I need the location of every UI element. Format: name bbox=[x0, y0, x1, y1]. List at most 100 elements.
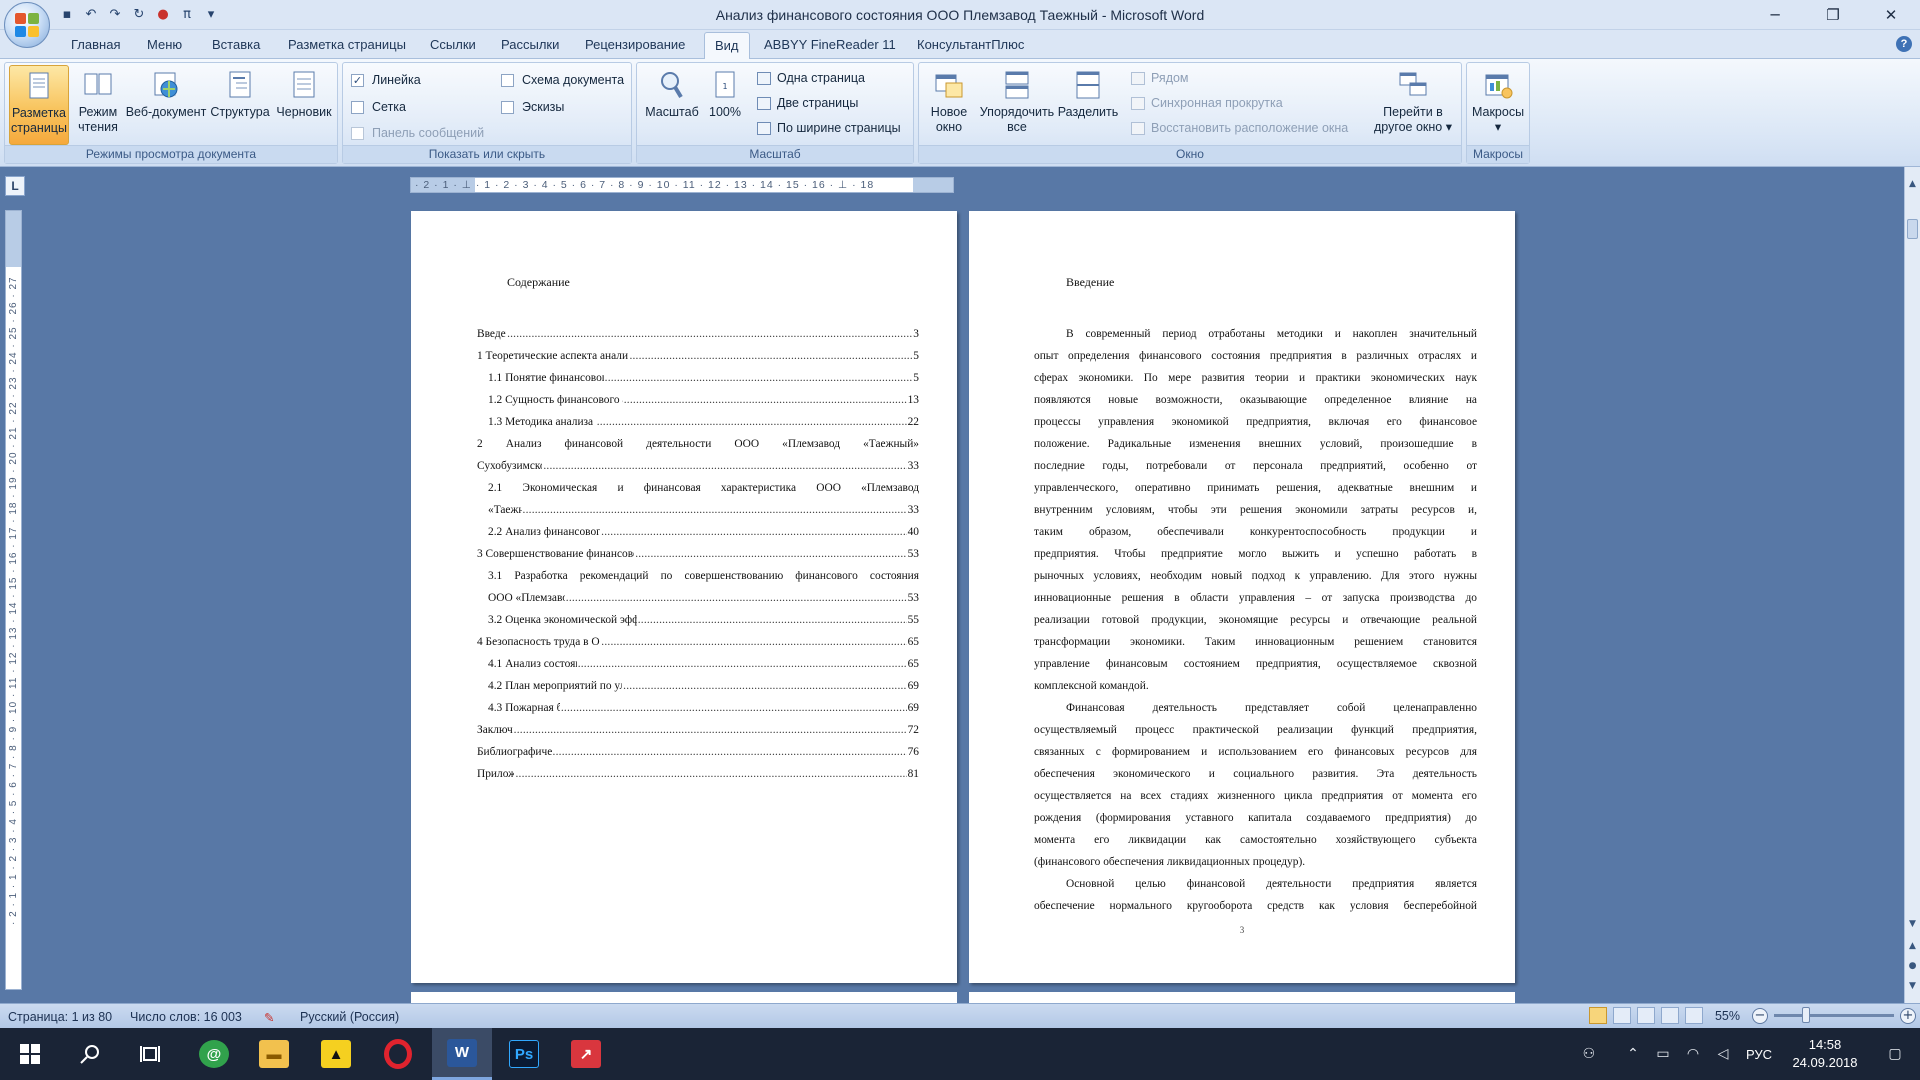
toc-entry[interactable]: 4.2 План мероприятий по улучшению состоя… bbox=[477, 675, 919, 697]
view-outline-icon[interactable] bbox=[1660, 1007, 1679, 1024]
outline-button[interactable]: Структура bbox=[209, 65, 271, 145]
tab-abbyy[interactable]: ABBYY FineReader 11 bbox=[764, 37, 896, 52]
grid-checkbox[interactable]: Сетка bbox=[351, 100, 406, 114]
taskbar-photoshop[interactable]: Ps bbox=[494, 1028, 554, 1080]
search-button[interactable] bbox=[60, 1028, 120, 1080]
switch-windows-button[interactable]: Перейти в другое окно ▾ bbox=[1367, 65, 1459, 145]
scroll-thumb[interactable] bbox=[1907, 219, 1918, 239]
toc-entry[interactable]: 2.2 Анализ финансового состояния предпри… bbox=[477, 521, 919, 543]
zoom-100-button[interactable]: 1 100% bbox=[705, 65, 745, 145]
toc-entry[interactable]: 4.3 Пожарная безопасность 69 bbox=[477, 697, 919, 719]
toc-entry[interactable]: Сухобузимского района 33 bbox=[477, 455, 919, 477]
tab-selector-button[interactable]: L bbox=[5, 176, 25, 196]
zoom-level[interactable]: 55% bbox=[1715, 1009, 1740, 1023]
vertical-ruler[interactable]: · 2 · 1 · 1 · 2 · 3 · 4 · 5 · 6 · 7 · 8 … bbox=[5, 210, 22, 990]
taskbar-word[interactable]: W bbox=[432, 1028, 492, 1080]
toc-entry[interactable]: Библиографический список 76 bbox=[477, 741, 919, 763]
toc-entry[interactable]: ООО «Племзавод «Таежный» 53 bbox=[477, 587, 919, 609]
view-print-layout-icon[interactable] bbox=[1588, 1007, 1607, 1024]
toc-entry[interactable]: 1.1 Понятие финансового состояния предпр… bbox=[477, 367, 919, 389]
input-language[interactable]: РУС bbox=[1746, 1047, 1772, 1062]
message-bar-checkbox[interactable]: Панель сообщений bbox=[351, 126, 484, 140]
word-count-status[interactable]: Число слов: 16 003 bbox=[130, 1010, 242, 1024]
browse-object-icon[interactable]: ● bbox=[1905, 961, 1920, 975]
tab-mailings[interactable]: Рассылки bbox=[501, 37, 559, 52]
toc-entry[interactable]: 2.1 Экономическая и финансовая характери… bbox=[477, 477, 919, 499]
web-layout-button[interactable]: Веб-документ bbox=[123, 65, 209, 145]
toc-entry[interactable]: 3 Совершенствование финансового состояни… bbox=[477, 543, 919, 565]
tab-review[interactable]: Рецензирование bbox=[585, 37, 685, 52]
start-button[interactable] bbox=[0, 1028, 60, 1080]
reset-window-position-button[interactable]: Восстановить расположение окна bbox=[1131, 121, 1348, 135]
one-page-button[interactable]: Одна страница bbox=[757, 71, 865, 85]
toc-entry[interactable]: Приложения 81 bbox=[477, 763, 919, 785]
tab-menu[interactable]: Меню bbox=[147, 37, 182, 52]
tab-home[interactable]: Главная bbox=[71, 37, 120, 52]
zoom-slider[interactable] bbox=[1774, 1007, 1894, 1023]
horizontal-ruler[interactable]: · 2 · 1 · ⊥ · 1 · 2 · 3 · 4 · 5 · 6 · 7 … bbox=[410, 177, 954, 193]
scroll-down-icon[interactable]: ▼ bbox=[1905, 919, 1920, 933]
people-icon[interactable]: ⚇ bbox=[1574, 1046, 1604, 1062]
ruler-checkbox[interactable]: ✓ Линейка bbox=[351, 73, 421, 87]
toc-entry[interactable]: Заключение 72 bbox=[477, 719, 919, 741]
taskbar-opera[interactable] bbox=[368, 1028, 428, 1080]
wifi-icon[interactable]: ◠ bbox=[1678, 1046, 1708, 1062]
tab-insert[interactable]: Вставка bbox=[212, 37, 260, 52]
toc-entry[interactable]: 3.2 Оценка экономической эффективности р… bbox=[477, 609, 919, 631]
clock[interactable]: 14:58 24.09.2018 bbox=[1780, 1036, 1870, 1072]
toc-entry[interactable]: 4.1 Анализ состояния охраны труда 65 bbox=[477, 653, 919, 675]
tab-page-layout[interactable]: Разметка страницы bbox=[288, 37, 406, 52]
view-web-icon[interactable] bbox=[1636, 1007, 1655, 1024]
view-draft-icon[interactable] bbox=[1684, 1007, 1703, 1024]
page-contents[interactable]: Содержание Введение 3 1 Теоретические аспе… bbox=[411, 211, 957, 983]
draft-button[interactable]: Черновик bbox=[273, 65, 335, 145]
vertical-scrollbar[interactable]: ▲ ▼ ▲ ● ▼ bbox=[1904, 167, 1920, 1003]
page-count-status[interactable]: Страница: 1 из 80 bbox=[8, 1010, 112, 1024]
thumbnails-checkbox[interactable]: Эскизы bbox=[501, 100, 564, 114]
toc-entry[interactable]: 4 Безопасность труда в ООО «Племзавод «Т… bbox=[477, 631, 919, 653]
help-icon[interactable]: ? bbox=[1896, 36, 1912, 52]
restore-button[interactable]: ❐ bbox=[1804, 0, 1862, 30]
close-button[interactable]: ✕ bbox=[1862, 0, 1920, 30]
zoom-slider-thumb[interactable] bbox=[1802, 1007, 1810, 1023]
next-page-icon[interactable]: ▼ bbox=[1905, 981, 1920, 995]
language-status[interactable]: Русский (Россия) bbox=[300, 1010, 399, 1024]
taskbar-presentation-app[interactable]: ↗ bbox=[556, 1028, 616, 1080]
show-hidden-icons-icon[interactable]: ⌃ bbox=[1618, 1046, 1648, 1062]
notification-center-icon[interactable]: ▢ bbox=[1870, 1046, 1920, 1062]
taskbar-batman-app[interactable]: ▲ bbox=[306, 1028, 366, 1080]
split-button[interactable]: Разделить bbox=[1055, 65, 1121, 145]
minimize-button[interactable]: ─ bbox=[1746, 0, 1804, 30]
taskbar-file-explorer[interactable]: ▬ bbox=[244, 1028, 304, 1080]
taskbar-mail-ru[interactable]: @ bbox=[184, 1028, 244, 1080]
page-introduction[interactable]: Введение В современный период отработаны… bbox=[969, 211, 1515, 983]
page-width-button[interactable]: По ширине страницы bbox=[757, 121, 901, 135]
sync-scroll-button[interactable]: Синхронная прокрутка bbox=[1131, 96, 1283, 110]
macros-button[interactable]: Макросы ▾ bbox=[1469, 65, 1527, 145]
toc-entry[interactable]: «Таежный» 33 bbox=[477, 499, 919, 521]
scroll-up-icon[interactable]: ▲ bbox=[1905, 179, 1920, 193]
zoom-out-icon[interactable]: − bbox=[1752, 1007, 1768, 1024]
office-button[interactable] bbox=[4, 2, 50, 48]
view-reading-icon[interactable] bbox=[1612, 1007, 1631, 1024]
new-window-button[interactable]: Новое окно bbox=[923, 65, 975, 145]
zoom-in-icon[interactable]: + bbox=[1900, 1007, 1916, 1024]
arrange-all-button[interactable]: Упорядочить все bbox=[977, 65, 1057, 145]
toc-entry[interactable]: 2 Анализ финансовой деятельности ООО «Пл… bbox=[477, 433, 919, 455]
tab-references[interactable]: Ссылки bbox=[430, 37, 476, 52]
toc-entry[interactable]: 3.1 Разработка рекомендаций по совершенс… bbox=[477, 565, 919, 587]
task-view-button[interactable] bbox=[120, 1028, 180, 1080]
document-map-checkbox[interactable]: Схема документа bbox=[501, 73, 624, 87]
tab-consultant[interactable]: КонсультантПлюс bbox=[917, 37, 1024, 52]
battery-icon[interactable]: ▭ bbox=[1648, 1046, 1678, 1062]
reading-mode-button[interactable]: Режим чтения bbox=[73, 65, 123, 145]
spelling-check-icon[interactable]: ✎ bbox=[264, 1010, 274, 1025]
toc-entry[interactable]: Введение 3 bbox=[477, 323, 919, 345]
print-layout-button[interactable]: Разметка страницы bbox=[9, 65, 69, 145]
toc-entry[interactable]: 1 Теоретические аспекта анализа финансов… bbox=[477, 345, 919, 367]
volume-icon[interactable]: ◁ bbox=[1708, 1046, 1738, 1062]
tab-view[interactable]: Вид bbox=[704, 32, 750, 60]
toc-entry[interactable]: 1.3 Методика анализа финансового состоян… bbox=[477, 411, 919, 433]
two-pages-button[interactable]: Две страницы bbox=[757, 96, 858, 110]
side-by-side-button[interactable]: Рядом bbox=[1131, 71, 1189, 85]
